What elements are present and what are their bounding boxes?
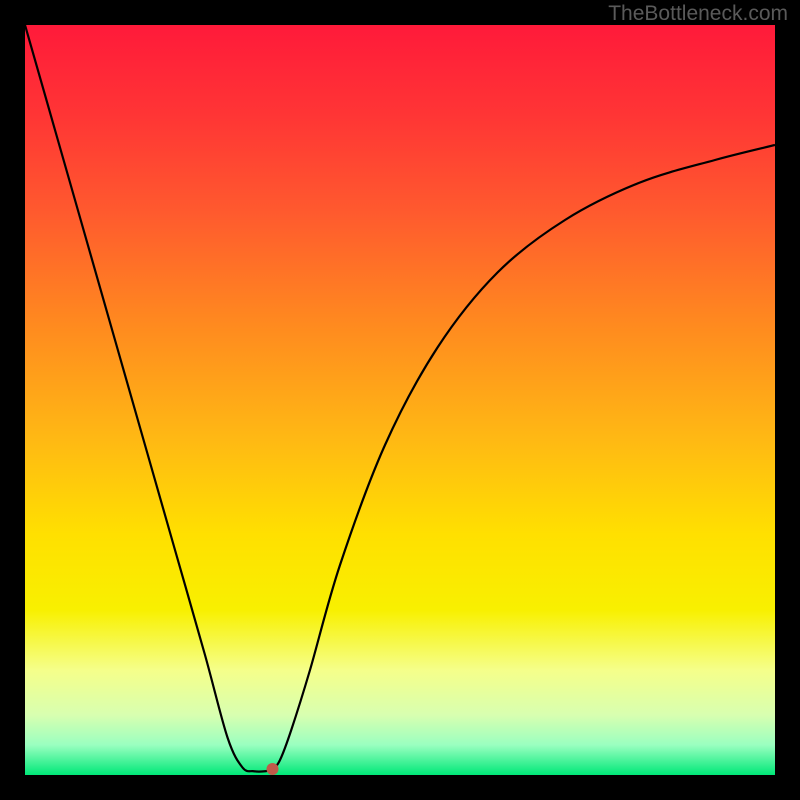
plot-area [25, 25, 775, 775]
gradient-rect [25, 25, 775, 775]
optimum-marker [267, 763, 279, 775]
watermark-text: TheBottleneck.com [608, 2, 788, 26]
chart-svg [25, 25, 775, 775]
plot-background [25, 25, 775, 775]
